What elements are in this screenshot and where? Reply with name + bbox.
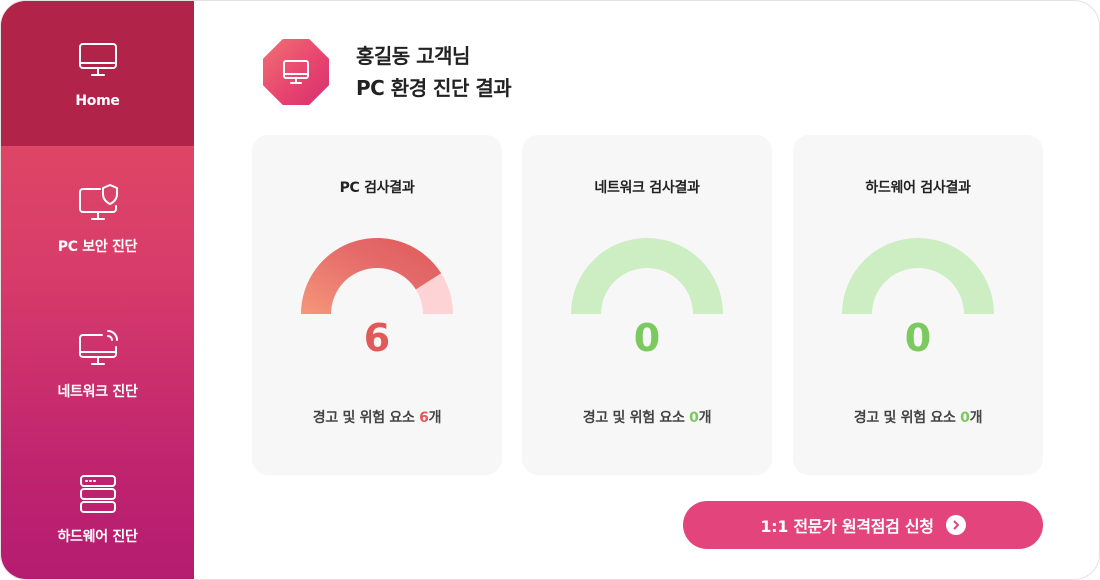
cta-label: 1:1 전문가 원격점검 신청 [760,517,934,536]
app-window: Home PC 보안 진단 네트워크 진단 하드웨어 진단 홍길동 고객님 PC… [0,0,1100,580]
gauge-fill [301,238,442,314]
footer-count: 0 [689,410,699,426]
chevron-right-circle-icon [945,515,966,535]
card-footer: 경고 및 위험 요소 0개 [793,407,1043,427]
page-header: 홍길동 고객님 PC 환경 진단 결과 [263,37,512,107]
footer-label: 경고 및 위험 요소 [853,410,961,426]
footer-unit: 개 [969,410,983,426]
header-text: 홍길동 고객님 PC 환경 진단 결과 [356,40,512,104]
card-footer: 경고 및 위험 요소 6개 [252,407,502,427]
card-title: PC 검사결과 [339,180,415,196]
gauge-track [571,238,723,314]
footer-label: 경고 및 위험 요소 [582,410,690,426]
sidebar-item-hardware[interactable]: 하드웨어 진단 [1,436,194,579]
sidebar-item-pc-security[interactable]: PC 보안 진단 [1,146,194,291]
monitor-wifi-icon [78,329,118,365]
sidebar-item-home[interactable]: Home [1,1,194,146]
result-card-pc: PC 검사결과 6 경고 및 위험 요소 6개 [252,135,502,475]
sidebar: Home PC 보안 진단 네트워크 진단 하드웨어 진단 [1,1,194,579]
warning-count: 6 [363,316,391,360]
remote-check-request-button[interactable]: 1:1 전문가 원격점검 신청 [683,501,1043,549]
footer-unit: 개 [428,410,442,426]
footer-label: 경고 및 위험 요소 [312,410,420,426]
footer-unit: 개 [698,410,712,426]
sidebar-item-label: 네트워크 진단 [57,383,138,400]
monitor-icon [78,42,117,76]
warning-count: 0 [904,316,932,360]
gauge-hardware [842,238,994,314]
server-icon [79,474,116,513]
page-title: PC 환경 진단 결과 [356,76,512,100]
gauge-network [571,238,723,314]
monitor-icon [283,60,309,84]
warning-count: 0 [633,316,661,360]
footer-count: 0 [960,410,970,426]
sidebar-item-label: 하드웨어 진단 [57,528,138,545]
result-card-hardware: 하드웨어 검사결과 0 경고 및 위험 요소 0개 [793,135,1043,475]
sidebar-item-label: PC 보안 진단 [57,238,138,255]
card-title: 하드웨어 검사결과 [865,180,971,196]
customer-name: 홍길동 고객님 [356,44,470,68]
sidebar-item-network[interactable]: 네트워크 진단 [1,291,194,436]
card-footer: 경고 및 위험 요소 0개 [522,407,772,427]
gauge-track [842,238,994,314]
result-card-network: 네트워크 검사결과 0 경고 및 위험 요소 0개 [522,135,772,475]
sidebar-item-label: Home [75,92,120,109]
monitor-shield-icon [78,183,118,220]
card-title: 네트워크 검사결과 [594,180,700,196]
gauge-pc [301,238,453,314]
header-badge [263,39,329,105]
footer-count: 6 [419,410,429,426]
